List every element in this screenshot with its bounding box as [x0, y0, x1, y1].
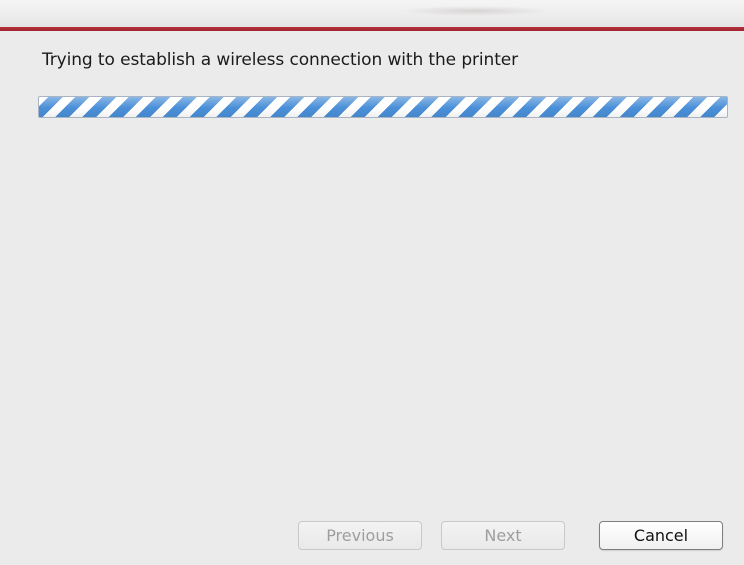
cancel-button[interactable]: Cancel [599, 521, 723, 550]
status-message: Trying to establish a wireless connectio… [42, 50, 519, 70]
title-bar-highlight [400, 6, 550, 16]
next-button[interactable]: Next [441, 521, 565, 550]
wireless-setup-dialog: Trying to establish a wireless connectio… [0, 0, 744, 565]
previous-button[interactable]: Previous [298, 521, 422, 550]
progress-bar-fill [39, 97, 727, 117]
progress-bar [38, 96, 728, 118]
title-bar[interactable] [0, 0, 744, 27]
